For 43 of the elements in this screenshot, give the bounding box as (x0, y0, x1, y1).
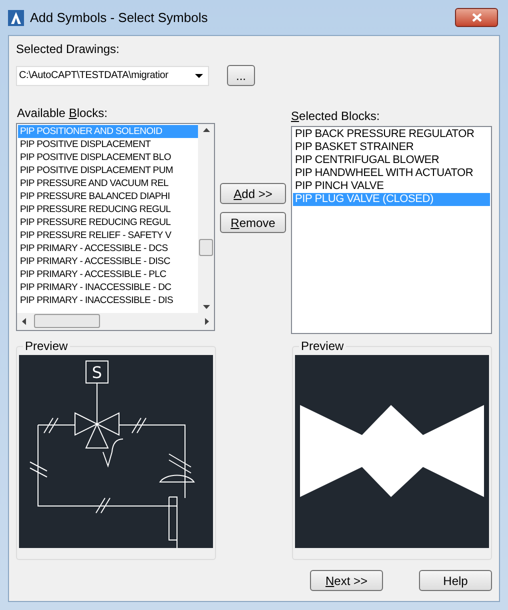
list-box[interactable] (16, 123, 215, 331)
list-item[interactable]: PIP PRIMARY - ACCESSIBLE - PLC (18, 268, 198, 281)
list-box[interactable]: PIP BACK PRESSURE REGULATOR PIP BASKET STRAINER PIP CENTRIFUGAL BLOWER PIP HANDWHEEL WITH ACTUATOR PIP PINCH VALVE PIP PLUG VALVE (CLOSED) (291, 126, 492, 334)
add-button[interactable]: Add >> (220, 183, 286, 204)
next-button[interactable]: Next >> (310, 570, 383, 591)
close-button[interactable] (455, 8, 498, 27)
scroll-right-icon (205, 318, 209, 325)
list-item[interactable]: PIP POSITIVE DISPLACEMENT PUM (18, 164, 198, 177)
horizontal-scrollbar[interactable] (17, 313, 214, 330)
list-label: Available Blocks: (17, 106, 109, 121)
list-item[interactable]: PIP PRESSURE AND VACUUM REL (18, 177, 198, 190)
scroll-down-icon (202, 305, 210, 309)
dropdown-arrow-icon (195, 74, 203, 78)
list-item[interactable]: PIP PRESSURE REDUCING REGUL (18, 203, 198, 216)
app-logo-icon (8, 10, 24, 26)
scroll-thumb[interactable] (199, 239, 213, 256)
scroll-left-icon (22, 318, 26, 325)
list-item[interactable]: PIP CENTRIFUGAL BLOWER (293, 154, 490, 167)
list-item[interactable]: PIP BASKET STRAINER (293, 141, 490, 154)
remove-button[interactable]: Remove (220, 212, 286, 233)
window-title: Add Symbols - Select Symbols (30, 8, 208, 27)
list-item[interactable]: PIP POSITIVE DISPLACEMENT (18, 138, 198, 151)
list-item[interactable]: PIP PRIMARY - INACCESSIBLE - DIS (18, 294, 198, 307)
vertical-scrollbar[interactable] (198, 124, 214, 313)
browse-button[interactable]: ... (227, 65, 255, 86)
list-item[interactable]: PIP HANDWHEEL WITH ACTUATOR (293, 167, 490, 180)
scroll-up-icon (202, 128, 210, 132)
close-icon (472, 13, 482, 22)
drawing-dropdown[interactable]: C:\AutoCAPT\TESTDATA\migratior (16, 66, 209, 86)
list-item[interactable]: PIP PRESSURE RELIEF - SAFETY V (18, 229, 198, 242)
help-button[interactable]: Help (419, 570, 492, 591)
field-label: Selected Drawings: (16, 42, 120, 57)
list-item[interactable]: PIP PRIMARY - ACCESSIBLE - DISC (18, 255, 198, 268)
list-item[interactable]: PIP PRESSURE REDUCING REGUL (18, 216, 198, 229)
list-item[interactable]: PIP BACK PRESSURE REGULATOR (293, 128, 490, 141)
list-item[interactable]: PIP POSITIVE DISPLACEMENT BLO (18, 151, 198, 164)
list-item[interactable]: PIP PRESSURE BALANCED DIAPHI (18, 190, 198, 203)
list-item[interactable]: PIP PRIMARY - ACCESSIBLE - DCS (18, 242, 198, 255)
scroll-thumb[interactable] (34, 314, 100, 328)
valve-schematic-drawing: S (30, 360, 194, 548)
list-label: Selected Blocks: (291, 109, 381, 124)
list-item[interactable]: PIP PINCH VALVE (293, 180, 490, 193)
list-item[interactable]: PIP PRIMARY - INACCESSIBLE - DC (18, 281, 198, 294)
